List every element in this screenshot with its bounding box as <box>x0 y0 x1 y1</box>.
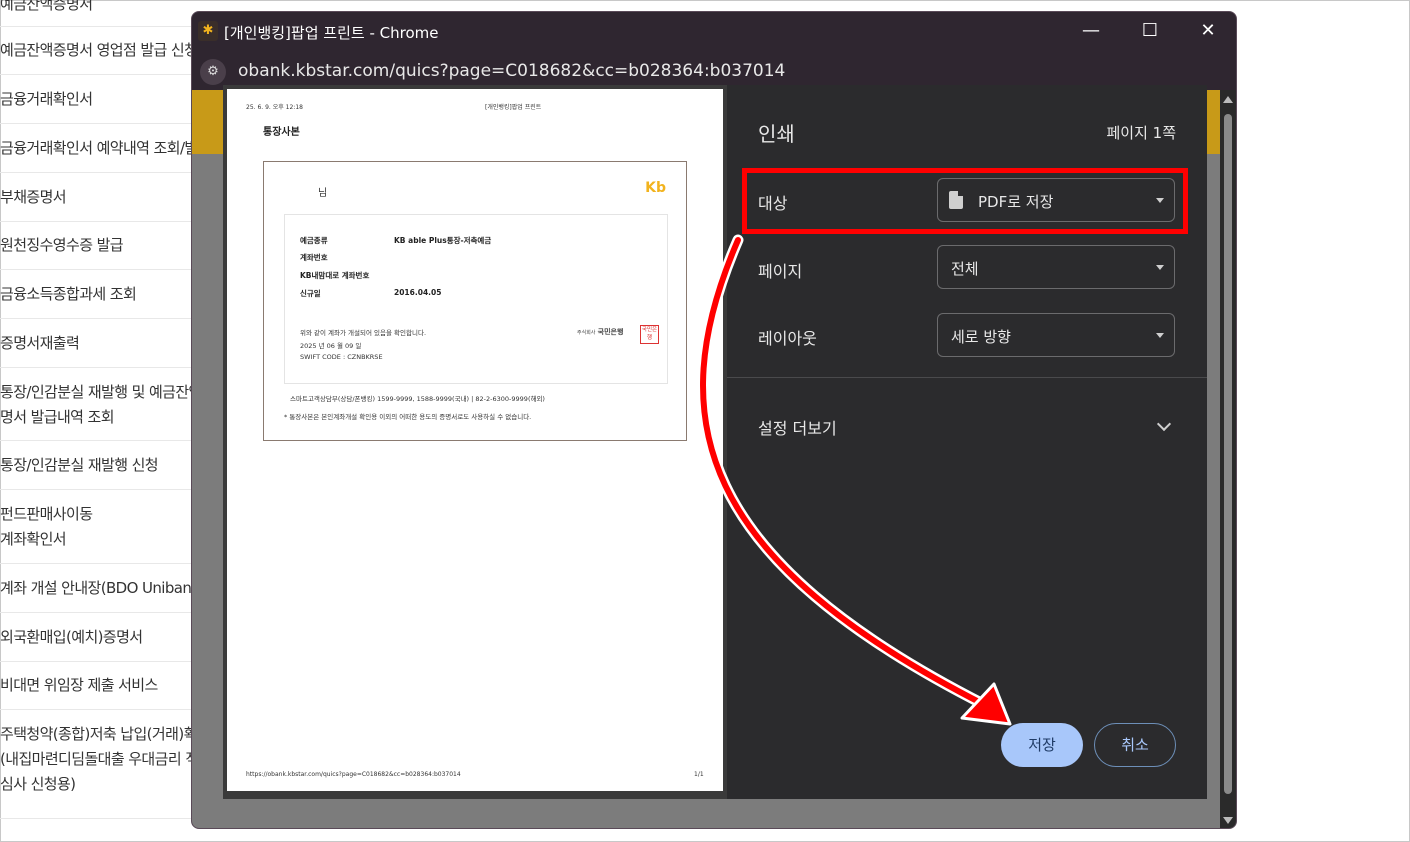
annotation-arrow <box>697 234 1012 726</box>
